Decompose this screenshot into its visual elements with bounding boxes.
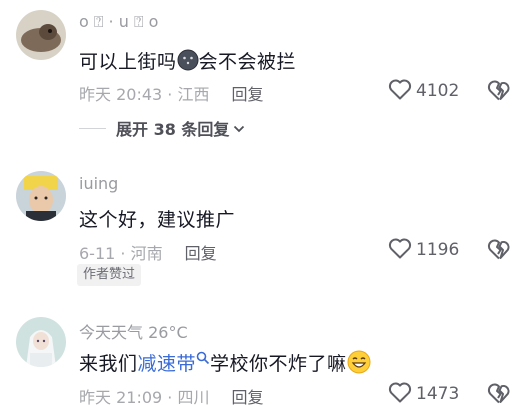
comment-location: 河南 (130, 244, 163, 263)
dislike-button[interactable] (487, 238, 511, 262)
chevron-down-icon (233, 119, 245, 138)
dislike-button[interactable] (487, 79, 511, 103)
reply-button[interactable]: 回复 (185, 244, 217, 263)
author-liked-badge: 作者赞过 (77, 264, 142, 286)
like-button[interactable]: 4102 (388, 79, 459, 103)
comment-text: 这个好，建议推广 (79, 209, 236, 231)
search-link[interactable]: 减速带 (138, 353, 197, 375)
comment-meta: 昨天 21:09 · 四川 回复 (79, 388, 264, 405)
comment-text: 可以上街吗 会不会被拦 (79, 47, 296, 76)
like-count: 1473 (416, 384, 460, 404)
avatar[interactable] (16, 171, 66, 221)
grin-emoji-icon (347, 350, 371, 379)
username[interactable]: 今天天气 26°C (79, 319, 188, 343)
comment-text-part: 学校你不炸了嘛 (210, 353, 347, 375)
reply-button[interactable]: 回复 (231, 388, 263, 405)
comment-location: 四川 (177, 388, 210, 405)
like-count: 4102 (416, 81, 460, 101)
comment-text: 来我们减速带 学校你不炸了嘛 (79, 349, 371, 379)
comment-text-part: 会不会被拦 (198, 51, 297, 73)
expand-replies-label: 展开 38 条回复 (116, 120, 230, 139)
expand-replies-button[interactable]: 展开 38 条回复 (79, 118, 245, 139)
heart-outline-icon (388, 78, 412, 104)
search-icon[interactable] (196, 351, 210, 377)
username[interactable]: o ⍰ · u ⍰ o (79, 12, 158, 32)
emoji-icon (177, 49, 199, 76)
broken-heart-icon (487, 239, 511, 264)
comment-location: 江西 (177, 85, 210, 104)
avatar[interactable] (16, 10, 66, 60)
comment-time: 昨天 20:43 (79, 85, 163, 104)
comment-time: 6-11 (79, 244, 116, 263)
comment-meta: 6-11 · 河南 回复 (79, 244, 217, 263)
broken-heart-icon (487, 80, 511, 105)
divider (79, 127, 106, 129)
avatar[interactable] (16, 317, 66, 367)
broken-heart-icon (487, 383, 511, 405)
like-count: 1196 (416, 240, 460, 260)
dislike-button[interactable] (487, 382, 511, 405)
like-button[interactable]: 1196 (388, 238, 459, 262)
comment-text-part: 来我们 (79, 353, 138, 375)
comment-meta: 昨天 20:43 · 江西 回复 (79, 85, 264, 104)
username[interactable]: iuing (79, 174, 118, 193)
heart-outline-icon (388, 237, 412, 263)
like-button[interactable]: 1473 (388, 382, 459, 405)
comment-time: 昨天 21:09 (79, 388, 163, 405)
reply-button[interactable]: 回复 (231, 85, 263, 104)
comment-text-part: 可以上街吗 (79, 51, 177, 73)
heart-outline-icon (388, 381, 412, 405)
